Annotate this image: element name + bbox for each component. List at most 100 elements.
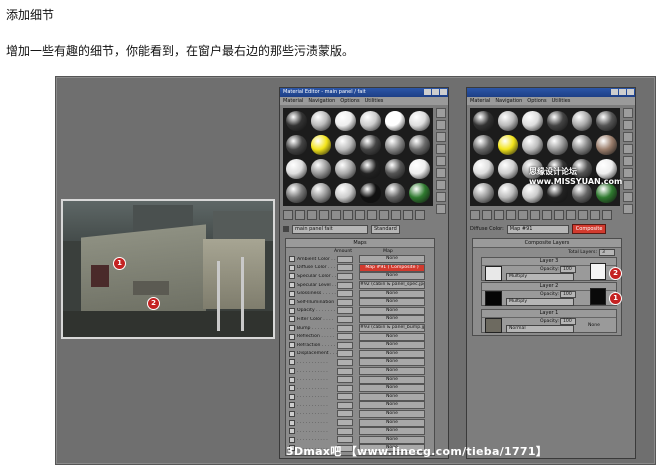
map-slot-button[interactable]: None [359, 341, 425, 350]
close-button[interactable] [440, 89, 447, 95]
put-material-icon[interactable] [482, 210, 492, 220]
layer-map-thumbnail[interactable] [485, 266, 502, 281]
material-sphere[interactable] [359, 111, 381, 131]
minimize-button[interactable] [611, 89, 618, 95]
material-sphere[interactable] [596, 111, 617, 131]
map-enable-checkbox[interactable] [289, 316, 295, 323]
map-amount-spinner[interactable] [337, 384, 353, 392]
material-navigator-icon[interactable] [623, 204, 633, 214]
material-type-button[interactable]: Standard [371, 224, 400, 234]
material-sphere[interactable] [522, 183, 543, 203]
map-enable-checkbox[interactable] [289, 359, 295, 366]
layer-blend-mode-select[interactable]: Normal [506, 325, 574, 333]
map-amount-spinner[interactable] [337, 401, 353, 409]
map-enable-checkbox[interactable] [289, 290, 295, 297]
menu-material[interactable]: Material [283, 97, 303, 105]
make-unique-icon[interactable] [530, 210, 540, 220]
go-parent-icon[interactable] [590, 210, 600, 220]
menu-utilities[interactable]: Utilities [552, 97, 571, 105]
eyedropper-icon[interactable] [283, 226, 289, 232]
material-sphere[interactable] [546, 111, 568, 131]
select-by-material-icon[interactable] [436, 192, 446, 202]
reset-map-icon[interactable] [319, 210, 329, 220]
map-slot-button[interactable]: Map #91 ( Composite ) [359, 263, 425, 272]
material-sphere[interactable] [473, 183, 494, 203]
map-slot-button[interactable]: None [359, 392, 425, 401]
close-button[interactable] [627, 89, 634, 95]
map-enable-checkbox[interactable] [289, 264, 295, 271]
map-slot-button[interactable]: None [359, 384, 425, 393]
material-sphere[interactable] [409, 135, 430, 155]
layer-opacity-field[interactable]: 100 [560, 266, 576, 273]
material-sphere[interactable] [335, 111, 356, 131]
show-end-result-icon[interactable] [391, 210, 401, 220]
select-by-material-icon[interactable] [623, 192, 633, 202]
show-map-icon[interactable] [566, 210, 576, 220]
go-sibling-icon[interactable] [415, 210, 425, 220]
total-layers-field[interactable]: 3 [599, 249, 615, 256]
material-sphere[interactable] [286, 183, 307, 203]
backlight-icon[interactable] [436, 120, 446, 130]
assign-material-icon[interactable] [307, 210, 317, 220]
material-sphere[interactable] [384, 183, 406, 203]
map-enable-checkbox[interactable] [289, 376, 295, 383]
map-enable-checkbox[interactable] [289, 428, 295, 435]
uv-tiling-icon[interactable] [623, 144, 633, 154]
composite-layers-header[interactable]: Composite Layers [473, 239, 621, 248]
go-parent-icon[interactable] [403, 210, 413, 220]
map-amount-spinner[interactable] [337, 324, 353, 332]
menu-navigation[interactable]: Navigation [495, 97, 522, 105]
material-sphere[interactable] [596, 135, 617, 155]
layer-opacity-field[interactable]: 100 [560, 318, 576, 325]
material-sphere[interactable] [473, 159, 494, 179]
material-navigator-icon[interactable] [436, 204, 446, 214]
layer-map-thumbnail[interactable] [485, 291, 502, 306]
options-icon[interactable] [436, 180, 446, 190]
background-icon[interactable] [623, 132, 633, 142]
map-enable-checkbox[interactable] [289, 368, 295, 375]
map-slot-button[interactable]: None [359, 272, 425, 281]
material-sphere[interactable] [497, 111, 519, 131]
background-icon[interactable] [436, 132, 446, 142]
map-amount-spinner[interactable] [337, 272, 353, 280]
preview-icon[interactable] [436, 168, 446, 178]
map-amount-spinner[interactable] [337, 419, 353, 427]
material-sphere[interactable] [571, 135, 593, 155]
map-enable-checkbox[interactable] [289, 419, 295, 426]
map-slot-button[interactable]: None [359, 298, 425, 307]
map-amount-spinner[interactable] [337, 333, 353, 341]
map-amount-spinner[interactable] [337, 350, 353, 358]
map-amount-spinner[interactable] [337, 290, 353, 298]
map-enable-checkbox[interactable] [289, 410, 295, 417]
map-amount-spinner[interactable] [337, 307, 353, 315]
material-sphere[interactable] [409, 111, 430, 131]
material-sphere[interactable] [522, 135, 543, 155]
material-sphere[interactable] [384, 135, 406, 155]
menu-material[interactable]: Material [470, 97, 490, 105]
map-enable-checkbox[interactable] [289, 385, 295, 392]
map-enable-checkbox[interactable] [289, 273, 295, 280]
map-enable-checkbox[interactable] [289, 325, 295, 332]
backlight-icon[interactable] [623, 120, 633, 130]
material-sphere[interactable] [359, 183, 381, 203]
show-map-icon[interactable] [379, 210, 389, 220]
map-slot-button[interactable]: None [359, 418, 425, 427]
material-id-icon[interactable] [554, 210, 564, 220]
material-sphere[interactable] [286, 159, 307, 179]
uv-tiling-icon[interactable] [436, 144, 446, 154]
material-sphere[interactable] [286, 111, 307, 131]
material-sphere[interactable] [310, 183, 332, 203]
map-name-field[interactable]: Map #91 [506, 224, 569, 234]
map-amount-spinner[interactable] [337, 358, 353, 366]
map-type-button[interactable]: Composite [571, 224, 607, 234]
material-sphere[interactable] [310, 111, 332, 131]
map-amount-spinner[interactable] [337, 367, 353, 375]
map-slot-button[interactable]: None [359, 306, 425, 315]
material-sphere[interactable] [522, 111, 543, 131]
map-amount-spinner[interactable] [337, 410, 353, 418]
layer-mask-slot[interactable]: None [588, 323, 600, 328]
layer-mask-thumbnail[interactable] [590, 263, 606, 280]
make-copy-icon[interactable] [331, 210, 341, 220]
map-slot-button[interactable]: #93 (cabin & panel_bump.jpg) [359, 324, 425, 333]
material-sphere[interactable] [359, 159, 381, 179]
